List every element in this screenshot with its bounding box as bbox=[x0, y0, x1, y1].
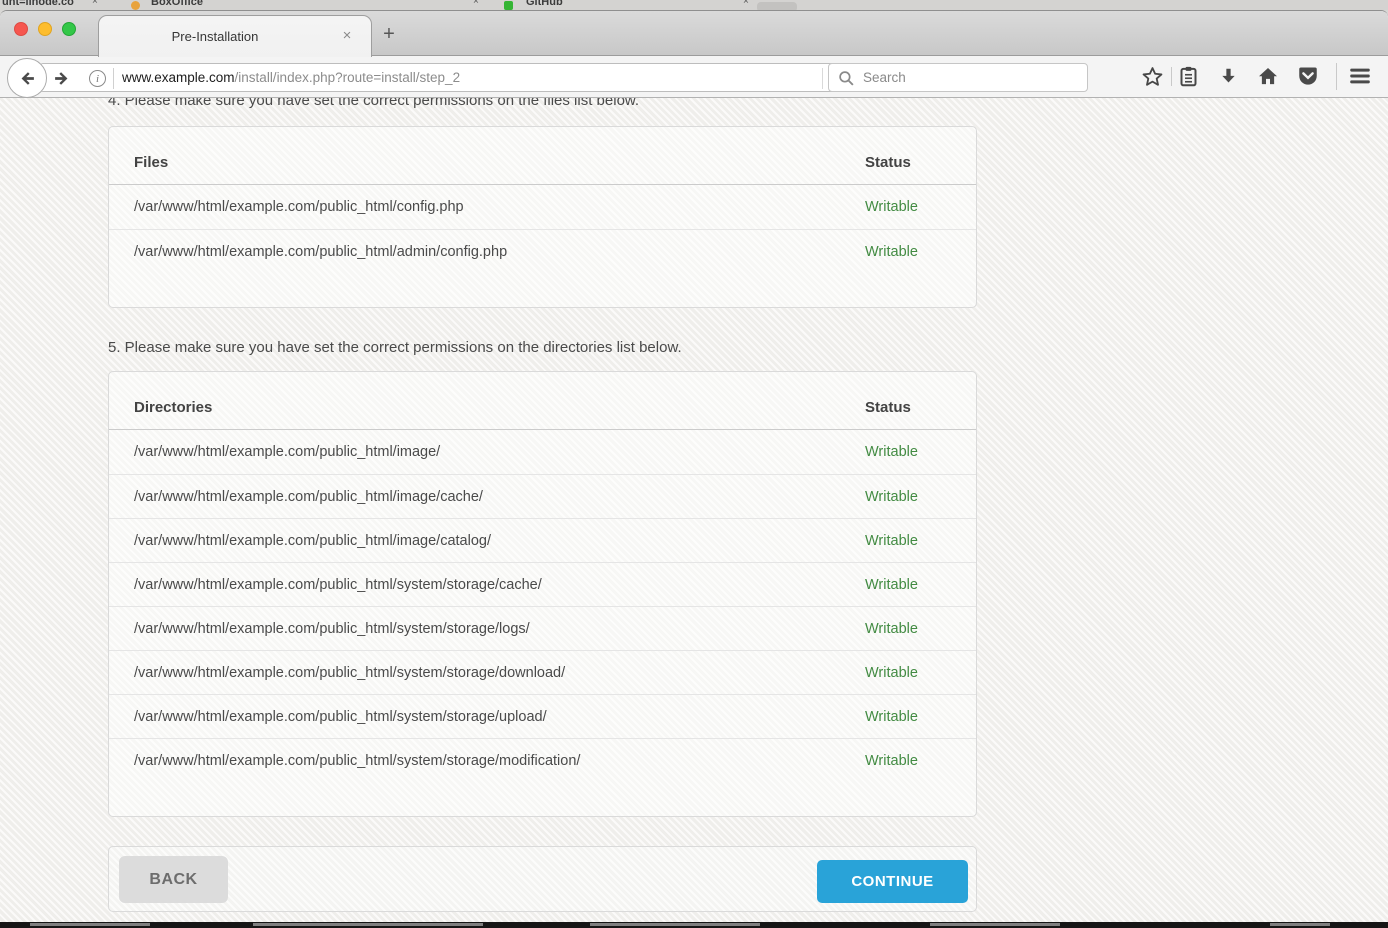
window-close-button[interactable] bbox=[14, 22, 28, 36]
background-tab-stub bbox=[757, 2, 797, 10]
divider bbox=[1171, 67, 1172, 86]
files-panel: Files Status /var/www/html/example.com/p… bbox=[108, 126, 977, 308]
file-path: /var/www/html/example.com/public_html/co… bbox=[109, 199, 865, 215]
table-row: /var/www/html/example.com/public_html/sy… bbox=[109, 738, 976, 782]
new-tab-button[interactable]: + bbox=[378, 23, 400, 45]
back-step-button[interactable]: BACK bbox=[119, 856, 228, 903]
window-minimize-button[interactable] bbox=[38, 22, 52, 36]
background-window-bottom bbox=[0, 922, 1388, 928]
divider bbox=[113, 68, 114, 89]
home-icon[interactable] bbox=[1256, 64, 1280, 88]
search-input[interactable] bbox=[863, 65, 1078, 90]
directories-panel: Directories Status /var/www/html/example… bbox=[108, 371, 977, 817]
background-window-tabstrip: unt=linode.co × BoxOffice × GitHub × bbox=[0, 0, 1388, 10]
status-value: Writable bbox=[865, 709, 976, 725]
status-value: Writable bbox=[865, 444, 976, 460]
url-path: /install/index.php?route=install/step_2 bbox=[235, 70, 461, 85]
status-value: Writable bbox=[865, 533, 976, 549]
table-row: /var/www/html/example.com/public_html/sy… bbox=[109, 650, 976, 694]
back-button[interactable] bbox=[7, 58, 47, 98]
back-arrow-icon bbox=[19, 70, 36, 87]
tab-title: Pre-Installation bbox=[99, 16, 331, 57]
table-row: /var/www/html/example.com/public_html/sy… bbox=[109, 694, 976, 738]
screen: unt=linode.co × BoxOffice × GitHub × Pre… bbox=[0, 0, 1388, 928]
url-bar[interactable]: i www.example.com/install/index.php?rout… bbox=[40, 63, 858, 92]
section-4-heading: 4. Please make sure you have set the cor… bbox=[108, 98, 988, 111]
directory-path: /var/www/html/example.com/public_html/sy… bbox=[109, 621, 865, 637]
background-tab-close-icon: × bbox=[473, 0, 479, 7]
forward-arrow-icon bbox=[53, 70, 70, 87]
github-favicon-icon bbox=[504, 1, 513, 10]
status-value: Writable bbox=[865, 577, 976, 593]
continue-button[interactable]: CONTINUE bbox=[817, 860, 968, 903]
background-tab-close-icon: × bbox=[743, 0, 749, 7]
divider bbox=[822, 68, 823, 89]
background-tab-label: BoxOffice bbox=[151, 0, 203, 8]
status-column-header: Status bbox=[865, 399, 976, 416]
status-value: Writable bbox=[865, 199, 976, 215]
directory-path: /var/www/html/example.com/public_html/im… bbox=[109, 444, 865, 460]
table-row: /var/www/html/example.com/public_html/ad… bbox=[109, 229, 976, 273]
pocket-icon[interactable] bbox=[1296, 64, 1320, 88]
browser-window: Pre-Installation × + i www.example.com/i… bbox=[0, 10, 1388, 922]
status-value: Writable bbox=[865, 244, 976, 260]
window-zoom-button[interactable] bbox=[62, 22, 76, 36]
status-value: Writable bbox=[865, 753, 976, 769]
url-domain: www.example.com bbox=[122, 70, 235, 85]
file-path: /var/www/html/example.com/public_html/ad… bbox=[109, 244, 865, 260]
status-value: Writable bbox=[865, 665, 976, 681]
directories-column-header: Directories bbox=[109, 399, 865, 416]
directory-path: /var/www/html/example.com/public_html/im… bbox=[109, 533, 865, 549]
divider bbox=[1336, 63, 1337, 90]
wizard-buttons-bar: BACK CONTINUE bbox=[108, 846, 977, 912]
table-row: /var/www/html/example.com/public_html/sy… bbox=[109, 606, 976, 650]
menu-hamburger-icon[interactable] bbox=[1346, 64, 1374, 88]
page-info-icon[interactable]: i bbox=[89, 70, 106, 87]
background-tab-label: GitHub bbox=[526, 0, 563, 8]
status-value: Writable bbox=[865, 621, 976, 637]
background-tab-close-icon: × bbox=[92, 0, 98, 7]
files-column-header: Files bbox=[109, 154, 865, 171]
table-row: /var/www/html/example.com/public_html/sy… bbox=[109, 562, 976, 606]
bookmark-star-icon[interactable] bbox=[1140, 64, 1164, 88]
directory-path: /var/www/html/example.com/public_html/sy… bbox=[109, 753, 865, 769]
directory-path: /var/www/html/example.com/public_html/sy… bbox=[109, 577, 865, 593]
directories-table-header: Directories Status bbox=[109, 372, 976, 430]
navigation-toolbar: i www.example.com/install/index.php?rout… bbox=[0, 56, 1388, 98]
table-row: /var/www/html/example.com/public_html/im… bbox=[109, 518, 976, 562]
section-5-heading: 5. Please make sure you have set the cor… bbox=[108, 338, 988, 358]
files-table-header: Files Status bbox=[109, 127, 976, 185]
search-icon bbox=[838, 70, 855, 87]
tab-bar: Pre-Installation × + bbox=[0, 11, 1388, 56]
tab-pre-installation[interactable]: Pre-Installation × bbox=[98, 15, 372, 57]
directory-path: /var/www/html/example.com/public_html/sy… bbox=[109, 665, 865, 681]
directory-path: /var/www/html/example.com/public_html/sy… bbox=[109, 709, 865, 725]
url-text: www.example.com/install/index.php?route=… bbox=[122, 64, 460, 91]
search-bar[interactable] bbox=[828, 63, 1088, 92]
background-tab-label: unt=linode.co bbox=[2, 0, 74, 8]
forward-button[interactable] bbox=[50, 67, 72, 89]
table-row: /var/www/html/example.com/public_html/co… bbox=[109, 185, 976, 229]
table-row: /var/www/html/example.com/public_html/im… bbox=[109, 430, 976, 474]
page-viewport: 4. Please make sure you have set the cor… bbox=[0, 98, 1388, 923]
tab-close-icon[interactable]: × bbox=[337, 25, 357, 45]
status-column-header: Status bbox=[865, 154, 976, 171]
bookmarks-sidebar-icon[interactable] bbox=[1176, 64, 1200, 88]
directory-path: /var/www/html/example.com/public_html/im… bbox=[109, 489, 865, 505]
status-value: Writable bbox=[865, 489, 976, 505]
table-row: /var/www/html/example.com/public_html/im… bbox=[109, 474, 976, 518]
downloads-icon[interactable] bbox=[1216, 64, 1240, 88]
boxoffice-favicon-icon bbox=[131, 1, 140, 10]
